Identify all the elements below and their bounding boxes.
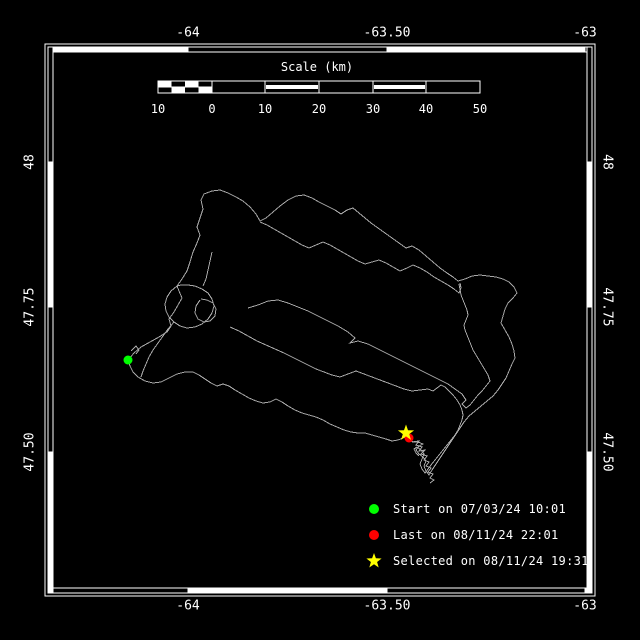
scalebar-title: Scale (km) [281,60,353,74]
scalebar-tick-label: 20 [312,102,326,116]
x-axis-top-tick-label: -63.50 [364,26,411,41]
map-figure: -64 -64 -63.50 -63.50 -63 -63 48 48 47.75 47.75 47… [0,0,640,640]
scalebar-checker-cell [199,87,213,93]
scalebar-checker-cell [158,81,172,87]
scalebar-tick-label: 0 [208,102,215,116]
legend-label: Start on 07/03/24 10:01 [393,502,566,516]
y-axis-right-tick-label: 47.50 [600,432,615,471]
legend: Start on 07/03/24 10:01 Last on 08/11/24 … [366,502,588,568]
start-marker [124,356,133,365]
zebra-band-bottom-segment [188,588,387,593]
y-axis-right-tick-label: 48 [600,154,615,170]
scalebar-checker-cell [172,87,186,93]
zebra-band-top-segment [387,47,585,52]
scalebar-tick-label: 10 [258,102,272,116]
plot-background [0,0,640,640]
legend-marker-circle-icon [369,530,379,540]
zebra-band-right-segment [587,162,592,307]
y-axis-right-tick-label: 47.75 [600,287,615,326]
scalebar-tick-label: 10 [151,102,165,116]
legend-marker-circle-icon [369,504,379,514]
x-axis-bottom-tick-label: -63 [573,599,596,614]
zebra-band-right-segment [587,452,592,593]
y-axis-left-tick-label: 47.50 [23,432,38,471]
scalebar-tick-label: 50 [473,102,487,116]
scalebar-stripe [266,85,318,89]
scalebar-tick-label: 30 [366,102,380,116]
scalebar-stripe [374,85,425,89]
legend-label: Last on 08/11/24 22:01 [393,528,559,542]
y-axis-left-tick-label: 48 [23,154,38,170]
x-axis-top-tick-label: -64 [176,26,200,41]
trajectory-plot-svg: -64 -64 -63.50 -63.50 -63 -63 48 48 47.75 47.75 47… [0,0,640,640]
x-axis-top-tick-label: -63 [573,26,596,41]
zebra-band-top-segment [48,47,188,52]
x-axis-bottom-tick-label: -63.50 [364,599,411,614]
x-axis-bottom-tick-label: -64 [176,599,200,614]
zebra-band-left-segment [48,452,53,593]
scalebar-checker-cell [185,81,199,87]
y-axis-left-tick-label: 47.75 [23,287,38,326]
scalebar-tick-label: 40 [419,102,433,116]
legend-label: Selected on 08/11/24 19:31 [393,554,589,568]
zebra-band-left-segment [48,162,53,307]
